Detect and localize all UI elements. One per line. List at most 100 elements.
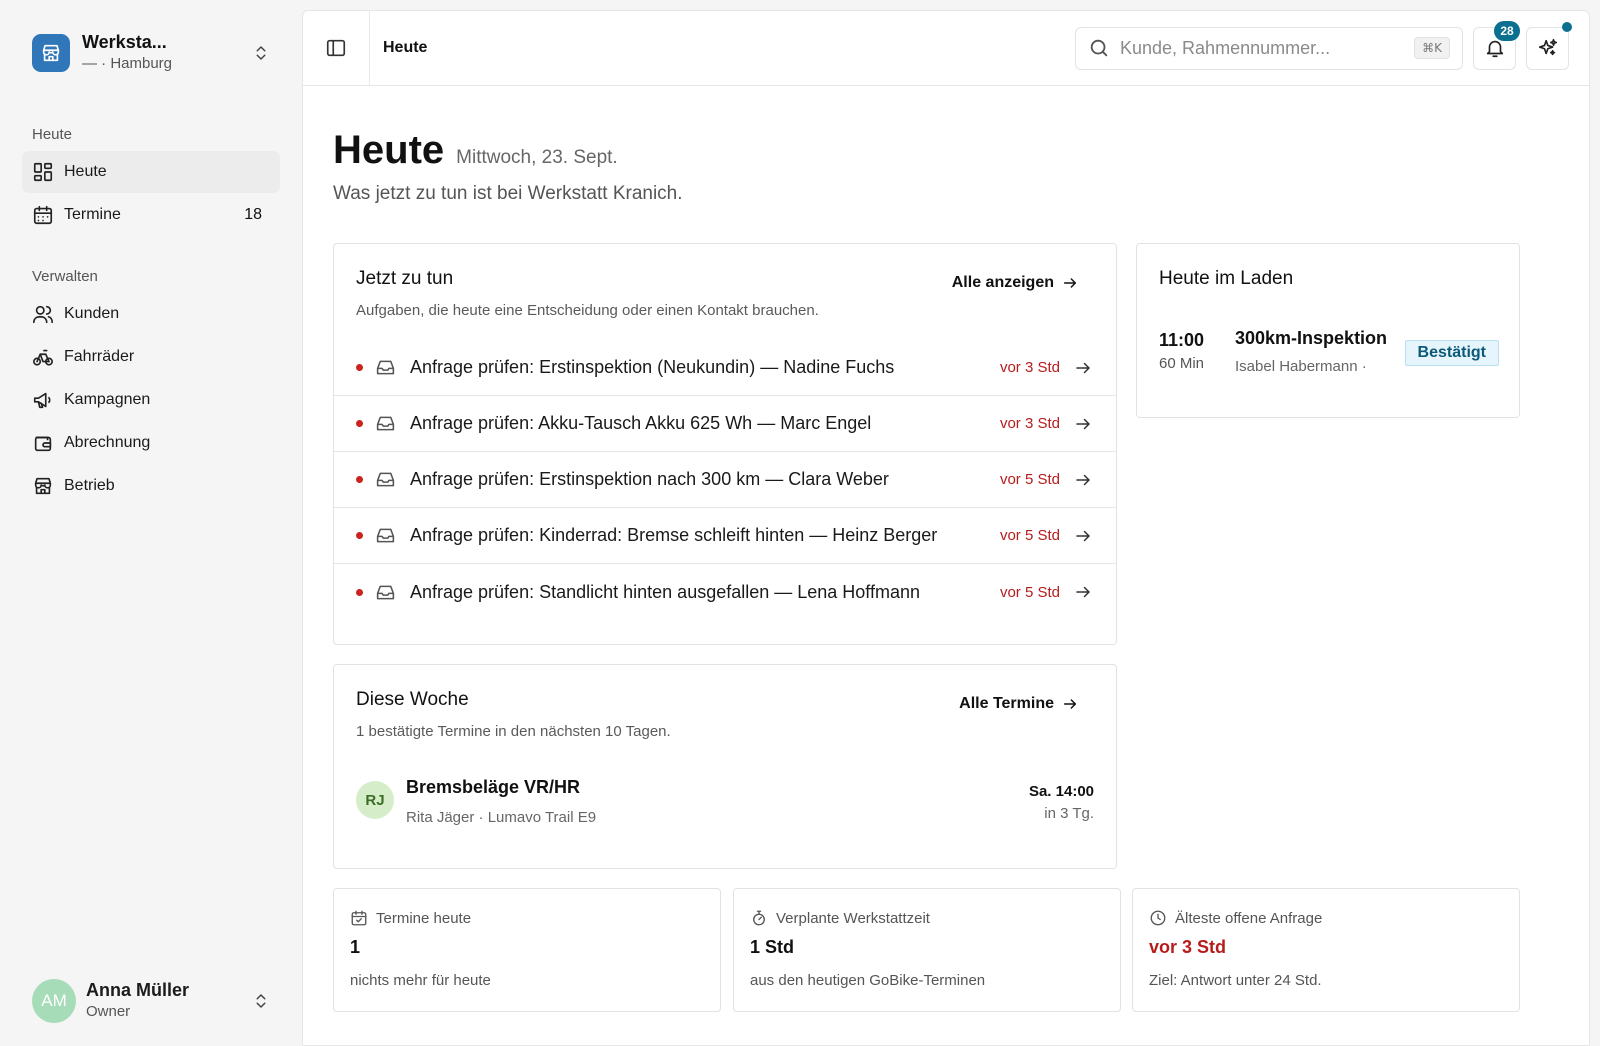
- assistant-indicator: [1562, 21, 1572, 32]
- sidebar-item-betrieb[interactable]: Betrieb: [22, 465, 280, 507]
- task-row[interactable]: Anfrage prüfen: Erstinspektion nach 300 …: [334, 452, 1116, 508]
- status-badge: Bestätigt: [1404, 340, 1499, 366]
- task-list: Anfrage prüfen: Erstinspektion (Neukundi…: [334, 340, 1116, 620]
- calendar-check-icon: [351, 910, 367, 926]
- inbox-icon: [376, 528, 395, 543]
- sidebar-item-abrechnung[interactable]: Abrechnung: [22, 422, 280, 464]
- inbox-icon: [376, 416, 395, 431]
- main-panel: Heute ⌘K 28 Heute Mittwoch, 23. Sept. Wa…: [302, 10, 1590, 1046]
- workspace-name: Werksta...: [82, 32, 167, 52]
- sidebar-item-heute[interactable]: Heute: [22, 151, 280, 193]
- sidebar-item-kunden[interactable]: Kunden: [22, 293, 280, 335]
- urgent-dot: [356, 476, 363, 483]
- workspace-location: — · Hamburg: [82, 55, 173, 72]
- stat-card-appointments-today: Termine heute 1 nichts mehr für heute: [333, 888, 721, 1012]
- stopwatch-icon: [753, 910, 765, 926]
- wallet-icon: [34, 436, 52, 452]
- user-name: Anna Müller: [86, 980, 190, 1000]
- breadcrumb: Heute: [383, 39, 428, 56]
- user-role: Owner: [86, 1003, 131, 1020]
- nav-section-today: Heute: [32, 126, 73, 143]
- store-logo-icon: [32, 34, 70, 72]
- notifications-button[interactable]: 28: [1473, 20, 1520, 70]
- search-input[interactable]: [1120, 37, 1415, 59]
- all-appointments-link[interactable]: Alle Termine: [959, 695, 1078, 713]
- task-age: vor 3 Std: [999, 415, 1060, 432]
- bicycle-icon: [33, 349, 53, 366]
- topbar: Heute ⌘K 28: [303, 11, 1589, 86]
- urgent-dot: [356, 532, 363, 539]
- task-age: vor 3 Std: [999, 359, 1060, 376]
- arrow-right-icon: [1076, 474, 1090, 485]
- appointment-when: Sa. 14:00: [1028, 783, 1094, 800]
- task-row[interactable]: Anfrage prüfen: Standlicht hinten ausgef…: [334, 564, 1116, 620]
- stat-note: aus den heutigen GoBike-Terminen: [750, 972, 986, 989]
- search-icon: [1090, 39, 1108, 57]
- search-shortcut: ⌘K: [1414, 37, 1450, 59]
- stat-value: 1 Std: [750, 937, 795, 957]
- task-age: vor 5 Std: [999, 527, 1060, 544]
- task-title: Anfrage prüfen: Erstinspektion nach 300 …: [410, 469, 889, 489]
- urgent-dot: [356, 364, 363, 371]
- task-title: Anfrage prüfen: Erstinspektion (Neukundi…: [410, 357, 895, 377]
- task-age: vor 5 Std: [999, 471, 1060, 488]
- stat-card-oldest-request: Älteste offene Anfrage vor 3 Std Ziel: A…: [1132, 888, 1520, 1012]
- users-icon: [33, 305, 53, 324]
- sidebar-toggle-icon[interactable]: [325, 37, 347, 59]
- dashboard-icon: [33, 162, 53, 182]
- task-title: Anfrage prüfen: Kinderrad: Bremse schlei…: [410, 525, 938, 545]
- inbox-icon: [376, 585, 395, 599]
- sidebar-item-label: Fahrräder: [64, 348, 135, 365]
- stat-value: 1: [350, 937, 361, 957]
- avatar: AM: [32, 979, 76, 1023]
- sidebar-item-kampagnen[interactable]: Kampagnen: [22, 379, 280, 421]
- arrow-right-icon: [1063, 699, 1077, 709]
- card-title: Heute im Laden: [1159, 268, 1294, 289]
- appointment-service: Bremsbeläge VR/HR: [406, 777, 581, 797]
- sidebar-item-fahrraeder[interactable]: Fahrräder: [22, 336, 280, 378]
- task-title: Anfrage prüfen: Akku-Tausch Akku 625 Wh …: [410, 413, 872, 433]
- page-content: Heute Mittwoch, 23. Sept. Was jetzt zu t…: [303, 86, 1589, 205]
- task-row[interactable]: Anfrage prüfen: Akku-Tausch Akku 625 Wh …: [334, 396, 1116, 452]
- task-row[interactable]: Anfrage prüfen: Erstinspektion (Neukundi…: [334, 340, 1116, 396]
- chevron-up-down-icon: [256, 994, 266, 1008]
- task-title: Anfrage prüfen: Standlicht hinten ausgef…: [410, 581, 921, 602]
- stat-note: Ziel: Antwort unter 24 Std.: [1149, 972, 1322, 989]
- this-week-card: Diese Woche 1 bestätigte Termine in den …: [333, 664, 1117, 869]
- stat-card-workshop-time: Verplante Werkstattzeit 1 Std aus den he…: [733, 888, 1121, 1012]
- stat-label: Termine heute: [376, 909, 472, 927]
- tasks-card: Jetzt zu tun Aufgaben, die heute eine En…: [333, 243, 1117, 645]
- card-title: Diese Woche: [356, 689, 469, 710]
- search-box[interactable]: ⌘K: [1075, 26, 1463, 70]
- show-all-link[interactable]: Alle anzeigen: [952, 274, 1078, 292]
- page-title: Heute: [333, 128, 445, 172]
- calendar-icon: [33, 205, 53, 225]
- task-age: vor 5 Std: [999, 583, 1060, 601]
- arrow-right-icon: [1076, 586, 1090, 598]
- week-appointment-row[interactable]: RJ Bremsbeläge VR/HR Rita Jäger · Lumavo…: [356, 777, 1094, 831]
- today-in-store-card: Heute im Laden 11:00 60 Min 300km-Inspek…: [1136, 243, 1520, 418]
- appointment-row[interactable]: 11:00 60 Min 300km-Inspektion Isabel Hab…: [1159, 328, 1499, 375]
- store-icon: [34, 477, 52, 495]
- inbox-icon: [376, 360, 395, 375]
- sidebar-item-termine[interactable]: Termine 18: [22, 194, 280, 236]
- assistant-button[interactable]: [1526, 21, 1572, 70]
- avatar: RJ: [356, 781, 394, 819]
- sidebar-item-label: Kunden: [64, 305, 120, 322]
- stat-value: vor 3 Std: [1149, 937, 1227, 957]
- stat-label: Älteste offene Anfrage: [1175, 909, 1323, 927]
- sidebar-item-label: Abrechnung: [64, 434, 151, 451]
- appointments-count: 18: [244, 206, 262, 223]
- sidebar-item-label: Betrieb: [64, 477, 115, 494]
- stat-label: Verplante Werkstattzeit: [776, 909, 930, 927]
- arrow-right-icon: [1063, 278, 1077, 288]
- card-description: 1 bestätigte Termine in den nächsten 10 …: [356, 723, 671, 740]
- appointment-details: Rita Jäger · Lumavo Trail E9: [406, 809, 597, 826]
- sparkles-icon: [1538, 38, 1557, 56]
- sidebar-item-label: Kampagnen: [64, 391, 151, 408]
- workspace-switcher[interactable]: Werksta... — · Hamburg: [22, 0, 280, 106]
- task-row[interactable]: Anfrage prüfen: Kinderrad: Bremse schlei…: [334, 508, 1116, 564]
- clock-icon: [1150, 910, 1166, 926]
- user-menu[interactable]: AM Anna Müller Owner: [22, 956, 280, 1046]
- urgent-dot: [356, 420, 363, 427]
